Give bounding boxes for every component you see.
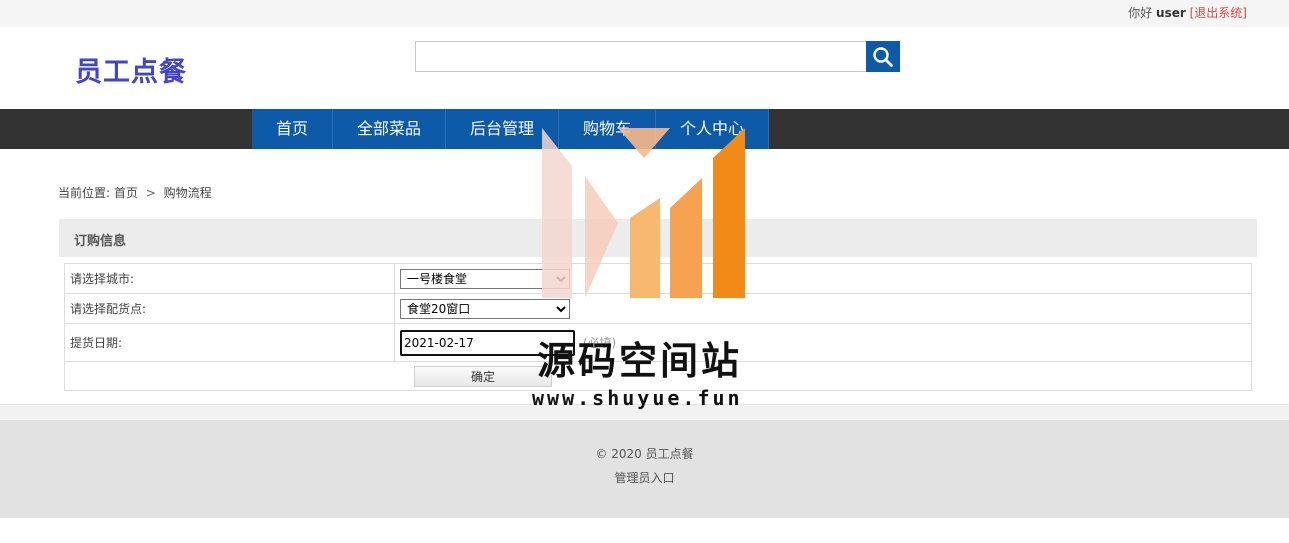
footer: © 2020 员工点餐 管理员入口 bbox=[0, 420, 1289, 518]
breadcrumb-separator: > bbox=[145, 186, 156, 200]
site-logo[interactable]: 员工点餐 bbox=[75, 50, 187, 89]
main-nav: 首页 全部菜品 后台管理 购物车 个人中心 bbox=[0, 109, 1289, 149]
breadcrumb-prefix: 当前位置: bbox=[58, 186, 111, 200]
breadcrumb-current: 购物流程 bbox=[163, 186, 212, 200]
point-cell: 食堂20窗口 bbox=[394, 293, 1252, 324]
user-area: 你好 user [退出系统] bbox=[1128, 4, 1247, 21]
nav-item-profile[interactable]: 个人中心 bbox=[656, 109, 769, 149]
date-cell: (必填) bbox=[394, 323, 1252, 362]
point-label: 请选择配货点: bbox=[64, 293, 395, 324]
city-label: 请选择城市: bbox=[64, 263, 395, 294]
breadcrumb: 当前位置: 首页 > 购物流程 bbox=[58, 184, 212, 201]
nav-item-admin[interactable]: 后台管理 bbox=[446, 109, 559, 149]
pickup-point-select[interactable]: 食堂20窗口 bbox=[400, 298, 570, 319]
greeting-text: 你好 bbox=[1128, 6, 1153, 20]
watermark-text-cn: 源码空间站 bbox=[537, 339, 743, 383]
breadcrumb-home-link[interactable]: 首页 bbox=[114, 186, 138, 200]
city-select[interactable]: 一号楼食堂 bbox=[400, 268, 570, 289]
confirm-button[interactable]: 确定 bbox=[414, 365, 552, 387]
point-row: 请选择配货点: 食堂20窗口 bbox=[64, 293, 1252, 324]
footer-copyright: © 2020 员工点餐 bbox=[595, 447, 694, 461]
date-label: 提货日期: bbox=[64, 323, 395, 362]
order-section-title: 订购信息 bbox=[74, 234, 127, 249]
city-cell: 一号楼食堂 bbox=[394, 263, 1252, 294]
watermark-text-url: www.shuyue.fun bbox=[532, 386, 743, 410]
nav-item-cart[interactable]: 购物车 bbox=[559, 109, 656, 149]
username: user bbox=[1156, 6, 1186, 20]
city-row: 请选择城市: 一号楼食堂 bbox=[64, 263, 1252, 294]
admin-entry-link[interactable]: 管理员入口 bbox=[0, 469, 1289, 486]
nav-item-home[interactable]: 首页 bbox=[252, 109, 333, 149]
logout-link[interactable]: [退出系统] bbox=[1190, 6, 1247, 20]
search-button[interactable] bbox=[866, 41, 900, 72]
order-section-header: 订购信息 bbox=[59, 219, 1257, 257]
search-icon bbox=[873, 46, 893, 67]
search-input[interactable] bbox=[415, 41, 867, 72]
top-bar: 你好 user [退出系统] bbox=[0, 0, 1289, 27]
nav-item-all-dishes[interactable]: 全部菜品 bbox=[333, 109, 446, 149]
